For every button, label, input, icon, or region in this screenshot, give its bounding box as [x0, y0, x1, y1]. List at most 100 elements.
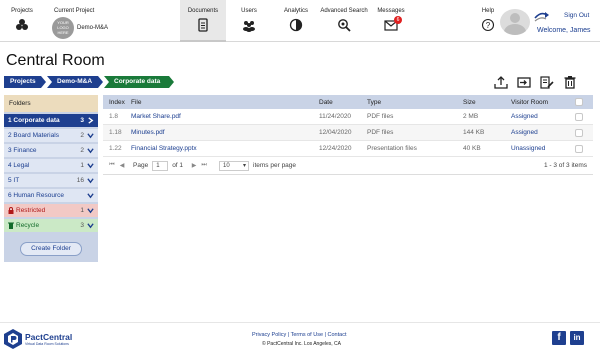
nav-documents-label: Documents — [187, 8, 219, 14]
folder-item-corporate-data[interactable]: 1 Corporate data 3 — [4, 114, 98, 127]
create-folder-button[interactable]: Create Folder — [20, 242, 82, 256]
brand-name: PactCentral — [25, 332, 73, 342]
projects-nav[interactable]: Projects — [4, 0, 40, 32]
nav-users[interactable]: Users — [226, 0, 272, 42]
column-header-size[interactable]: Size — [463, 99, 511, 106]
folder-count: 3 — [80, 222, 84, 229]
first-page-icon[interactable]: ⏮ — [107, 162, 117, 169]
breadcrumb-current-folder: Corporate data — [104, 76, 174, 88]
column-header-date[interactable]: Date — [319, 99, 367, 106]
table-row[interactable]: 1.22 Financial Strategy.pptx 12/24/2020 … — [103, 141, 593, 157]
row-index: 1.18 — [109, 129, 122, 136]
column-header-visitor-room[interactable]: Visitor Room — [511, 99, 573, 106]
help-icon: ? — [481, 18, 495, 32]
breadcrumb-project[interactable]: Demo-M&A — [47, 76, 103, 88]
nav-advanced-search[interactable]: Advanced Search — [318, 0, 370, 42]
last-page-icon[interactable]: ⏭ — [199, 162, 209, 169]
nav-documents[interactable]: Documents — [180, 0, 226, 42]
terms-of-use-link[interactable]: Terms of Use — [291, 332, 323, 338]
help-nav[interactable]: Help ? — [478, 0, 498, 32]
advanced-search-icon — [338, 19, 351, 32]
folder-label: 4 Legal — [8, 162, 30, 169]
move-to-folder-icon[interactable] — [517, 75, 531, 89]
brand-tagline: Virtual Data Room Solutions — [25, 342, 69, 346]
row-file-link[interactable]: Minutes.pdf — [131, 129, 319, 136]
folder-count: 2 — [80, 132, 84, 139]
folder-label: 3 Finance — [8, 147, 37, 154]
row-date: 12/24/2020 — [319, 145, 352, 152]
chevron-down-icon[interactable] — [87, 192, 94, 199]
row-checkbox[interactable] — [575, 112, 583, 121]
table-row[interactable]: 1.18 Minutes.pdf 12/04/2020 PDF files 14… — [103, 125, 593, 141]
top-bar: Projects Current Project YOUR LOGO HERE … — [0, 0, 600, 42]
row-index: 1.8 — [109, 113, 119, 120]
nav-analytics[interactable]: Analytics — [273, 0, 319, 42]
items-per-page-label: items per page — [253, 162, 297, 169]
row-visitor-room[interactable]: Unassigned — [511, 145, 573, 152]
welcome-text: Welcome, James — [537, 27, 591, 34]
folder-item-finance[interactable]: 3 Finance 2 — [4, 144, 98, 157]
chevron-right-icon[interactable] — [87, 117, 94, 124]
chevron-down-icon[interactable] — [87, 132, 94, 139]
row-file-link[interactable]: Market Share.pdf — [131, 113, 319, 120]
pactcentral-logo-icon — [4, 329, 22, 349]
folder-item-board-materials[interactable]: 2 Board Materials 2 — [4, 129, 98, 142]
nav-analytics-label: Analytics — [283, 8, 308, 14]
breadcrumb: Projects Demo-M&A Corporate data — [4, 76, 175, 88]
pagination-bar: ⏮ ◀ Page 1 of 1 ▶ ⏭ 10 items per page 1 … — [103, 157, 593, 175]
trash-icon[interactable] — [563, 75, 577, 89]
row-visitor-room[interactable]: Assigned — [511, 129, 573, 136]
facebook-icon[interactable]: f — [552, 331, 566, 345]
row-visitor-room[interactable]: Assigned — [511, 113, 573, 120]
chevron-down-icon[interactable] — [87, 207, 94, 214]
current-project[interactable]: Current Project YOUR LOGO HERE Demo-M&A — [52, 0, 122, 39]
upload-icon[interactable] — [494, 75, 508, 89]
folder-label: Restricted — [16, 207, 46, 214]
folder-item-restricted[interactable]: Restricted 1 — [4, 204, 98, 217]
current-project-name: Demo-M&A — [77, 25, 109, 31]
help-label: Help — [481, 8, 495, 14]
user-avatar[interactable] — [500, 9, 530, 35]
column-header-index[interactable]: Index — [103, 99, 131, 106]
folders-header: Folders — [4, 95, 98, 112]
chevron-down-icon[interactable] — [87, 222, 94, 229]
folder-count: 2 — [80, 147, 84, 154]
nav-messages[interactable]: Messages 6 — [368, 0, 414, 42]
breadcrumb-projects[interactable]: Projects — [4, 76, 46, 88]
folder-item-it[interactable]: 5 IT 16 — [4, 174, 98, 187]
chevron-down-icon[interactable] — [87, 162, 94, 169]
linkedin-icon[interactable]: in — [570, 331, 584, 345]
page-number-input[interactable]: 1 — [152, 160, 169, 171]
next-page-icon[interactable]: ▶ — [189, 162, 199, 169]
folder-item-human-resource[interactable]: 6 Human Resource — [4, 189, 98, 202]
select-all-checkbox[interactable] — [575, 98, 583, 106]
row-checkbox[interactable] — [575, 144, 583, 153]
folder-label: Recycle — [16, 222, 40, 229]
edit-document-icon[interactable] — [540, 75, 554, 89]
copyright: © PactCentral Inc. Los Angeles, CA — [262, 341, 342, 347]
brand-logo[interactable]: PactCentral Virtual Data Room Solutions — [4, 329, 72, 349]
lock-icon — [8, 207, 14, 214]
privacy-policy-link[interactable]: Privacy Policy — [252, 332, 286, 338]
row-date: 11/24/2020 — [319, 113, 352, 120]
chevron-down-icon[interactable] — [87, 147, 94, 154]
nav-advanced-search-label: Advanced Search — [320, 8, 368, 14]
current-project-label: Current Project — [54, 8, 95, 14]
items-per-page-select[interactable]: 10 — [219, 160, 250, 171]
footer: PactCentral Virtual Data Room Solutions … — [0, 322, 600, 352]
column-header-file[interactable]: File — [131, 99, 319, 106]
row-size: 144 KB — [463, 129, 485, 136]
sign-out-icon[interactable] — [533, 9, 549, 23]
table-row[interactable]: 1.8 Market Share.pdf 11/24/2020 PDF file… — [103, 109, 593, 125]
column-header-type[interactable]: Type — [367, 99, 463, 106]
folder-item-recycle[interactable]: Recycle 3 — [4, 219, 98, 232]
page-count: of 1 — [172, 162, 184, 169]
contact-link[interactable]: Contact — [328, 332, 347, 338]
sign-out-link[interactable]: Sign Out — [564, 12, 589, 19]
chevron-down-icon[interactable] — [87, 177, 94, 184]
row-checkbox[interactable] — [575, 128, 583, 137]
pagination-summary: 1 - 3 of 3 items — [544, 162, 587, 169]
row-file-link[interactable]: Financial Strategy.pptx — [131, 145, 319, 152]
previous-page-icon[interactable]: ◀ — [117, 162, 127, 169]
folder-item-legal[interactable]: 4 Legal 1 — [4, 159, 98, 172]
